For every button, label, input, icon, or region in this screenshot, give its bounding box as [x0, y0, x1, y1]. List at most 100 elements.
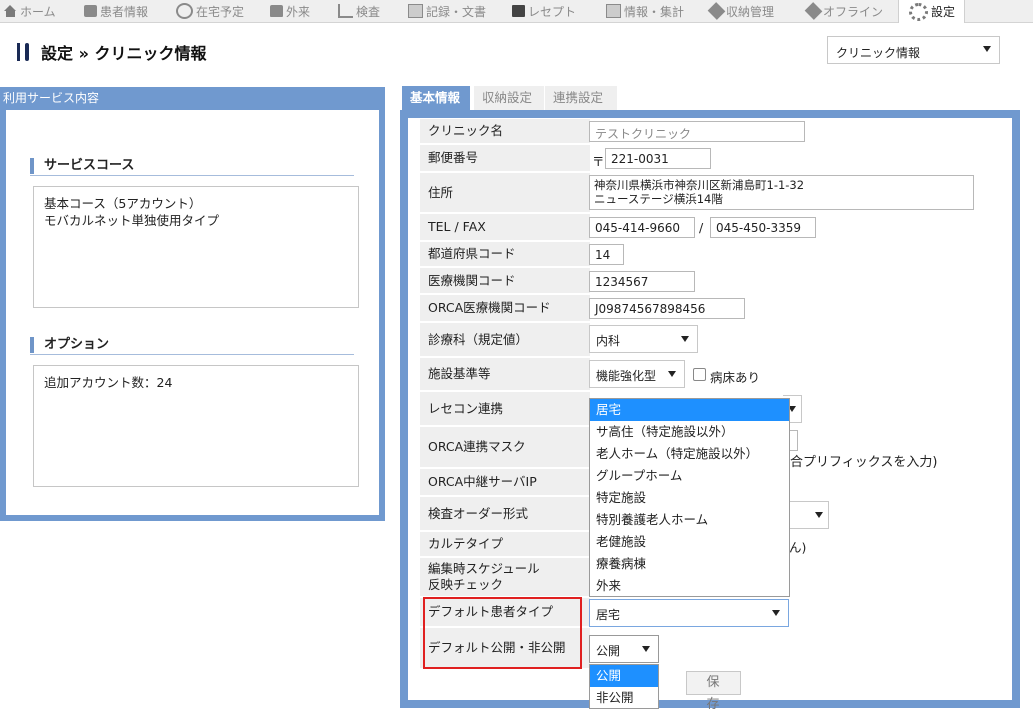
- chevron-down-icon: [681, 336, 689, 342]
- service-panel: 利用サービス内容 サービスコース 基本コース（5アカウント） モバカルネット単独…: [0, 87, 385, 521]
- nav-tab-label: 記録・文書: [426, 4, 487, 19]
- service-course-line: モバカルネット単独使用タイプ: [44, 213, 220, 228]
- default-patient-type-select[interactable]: 居宅: [589, 599, 789, 627]
- patient-type-option[interactable]: 療養病棟: [590, 553, 789, 575]
- nav-tab-records[interactable]: 記録・文書: [408, 0, 486, 22]
- has-beds-label: 病床あり: [710, 370, 761, 385]
- nav-tab-label: 外来: [286, 4, 311, 19]
- public-dropdown: 公開 非公開: [589, 664, 659, 709]
- service-course-box: 基本コース（5アカウント） モバカルネット単独使用タイプ: [33, 186, 359, 308]
- public-option[interactable]: 公開: [590, 665, 658, 687]
- settings-page-select-value: クリニック情報: [836, 46, 921, 60]
- orca-mask-hint: 合プリフィックスを入力): [790, 455, 938, 470]
- label-schedule-check-line1: 編集時スケジュール: [428, 561, 540, 576]
- address-line1: 神奈川県横浜市神奈川区新浦島町1-1-32: [594, 178, 805, 192]
- service-panel-body: サービスコース 基本コース（5アカウント） モバカルネット単独使用タイプ オプシ…: [6, 110, 379, 515]
- label-clinic-name: クリニック名: [420, 119, 590, 143]
- home-icon: [4, 5, 17, 17]
- exam-order-select-edge[interactable]: [789, 501, 829, 529]
- label-karte-type: カルテタイプ: [420, 532, 590, 556]
- save-button[interactable]: 保 存: [686, 671, 741, 712]
- chevron-down-icon: [642, 646, 650, 652]
- options-box: 追加アカウント数：24: [33, 365, 359, 487]
- chevron-down-icon: [668, 371, 676, 377]
- page-title-text: 設定 » クリニック情報: [41, 44, 207, 63]
- label-exam-order-format: 検査オーダー形式: [420, 497, 590, 530]
- facility-standard-select[interactable]: 機能強化型: [589, 360, 685, 388]
- nav-tab-home-visit[interactable]: 在宅予定: [176, 0, 244, 22]
- tel-input[interactable]: 045-414-9660: [589, 217, 695, 238]
- nav-tab-settings[interactable]: 設定: [898, 0, 965, 23]
- nav-tab-label: オフライン: [823, 4, 884, 19]
- label-orca-institution-code: ORCA医療機関コード: [420, 295, 590, 321]
- label-schedule-check-line2: 反映チェック: [428, 577, 504, 592]
- nav-tab-exam[interactable]: 検査: [338, 0, 380, 22]
- label-facility-standard: 施設基準等: [420, 358, 590, 390]
- nav-tab-label: 情報・集計: [624, 4, 685, 19]
- nav-tab-offline[interactable]: オフライン: [802, 0, 883, 22]
- pen-icon: [804, 2, 823, 20]
- tools-icon: [15, 43, 33, 61]
- facility-standard-select-value: 機能強化型: [596, 369, 657, 383]
- clock-icon: [176, 3, 193, 19]
- patient-type-option[interactable]: 居宅: [590, 399, 789, 421]
- department-select[interactable]: 内科: [589, 325, 698, 353]
- tel-fax-separator: /: [699, 220, 704, 235]
- postal-mark: 〒: [592, 154, 605, 169]
- document-icon: [408, 4, 423, 18]
- settings-page-select[interactable]: クリニック情報: [827, 36, 1000, 64]
- service-panel-header: 利用サービス内容: [3, 91, 100, 105]
- default-public-value: 公開: [596, 644, 621, 658]
- lock-icon: [270, 5, 283, 17]
- orca-institution-code-input[interactable]: J09874567898456: [589, 298, 745, 319]
- patient-type-dropdown: 居宅 サ高住（特定施設以外） 老人ホーム（特定施設以外） グループホーム 特定施…: [589, 398, 790, 597]
- stats-icon: [606, 4, 621, 18]
- prefecture-code-input[interactable]: 14: [589, 244, 624, 265]
- nav-tab-label: 患者情報: [100, 4, 149, 19]
- highlight-box: [423, 597, 582, 669]
- nav-tab-label: 在宅予定: [196, 4, 245, 19]
- nav-tab-billing[interactable]: 収納管理: [707, 0, 775, 22]
- has-beds-checkbox[interactable]: [693, 368, 706, 381]
- tab-basic-info[interactable]: 基本情報: [402, 86, 470, 110]
- nav-tab-receipt[interactable]: レセプト: [512, 0, 576, 22]
- fax-input[interactable]: 045-450-3359: [710, 217, 816, 238]
- tray-icon: [512, 5, 525, 17]
- label-tel-fax: TEL / FAX: [420, 214, 590, 240]
- chevron-down-icon: [815, 512, 823, 518]
- label-rececon-integration: レセコン連携: [420, 392, 590, 425]
- label-postal-code: 郵便番号: [420, 145, 590, 171]
- chart-icon: [338, 4, 353, 18]
- patient-type-option[interactable]: 特別養護老人ホーム: [590, 509, 789, 531]
- clinic-name-input[interactable]: テストクリニック: [589, 121, 805, 142]
- public-option[interactable]: 非公開: [590, 687, 658, 709]
- label-department: 診療科（規定値）: [420, 323, 590, 356]
- institution-code-input[interactable]: 1234567: [589, 271, 695, 292]
- service-course-title: サービスコース: [30, 158, 134, 174]
- patient-type-option[interactable]: 老人ホーム（特定施設以外）: [590, 443, 789, 465]
- patient-type-option[interactable]: 老健施設: [590, 531, 789, 553]
- gear-icon: [909, 2, 928, 21]
- nav-tab-label: 収納管理: [726, 4, 775, 19]
- patient-type-option[interactable]: グループホーム: [590, 465, 789, 487]
- postal-code-input[interactable]: 221-0031: [605, 148, 711, 169]
- patient-type-option[interactable]: サ高住（特定施設以外）: [590, 421, 789, 443]
- department-select-value: 内科: [596, 334, 621, 348]
- default-patient-type-value: 居宅: [596, 608, 621, 622]
- page-title: 設定 » クリニック情報: [15, 40, 206, 64]
- patient-type-option[interactable]: 特定施設: [590, 487, 789, 509]
- nav-tab-outpatient[interactable]: 外来: [270, 0, 310, 22]
- tab-billing-settings[interactable]: 収納設定: [474, 86, 544, 110]
- nav-tab-home[interactable]: ホーム: [4, 0, 56, 22]
- divider: [30, 175, 354, 176]
- tab-integration-settings[interactable]: 連携設定: [545, 86, 617, 110]
- nav-tab-stats[interactable]: 情報・集計: [606, 0, 684, 22]
- default-public-select[interactable]: 公開: [589, 635, 659, 663]
- nav-tab-patient-info[interactable]: 患者情報: [84, 0, 148, 22]
- patient-type-option[interactable]: 外来: [590, 575, 789, 597]
- options-line: 追加アカウント数：24: [44, 375, 173, 390]
- address-textarea[interactable]: 神奈川県横浜市神奈川区新浦島町1-1-32 ニューステージ横浜14階: [589, 175, 974, 210]
- tag-icon: [707, 2, 726, 20]
- label-institution-code: 医療機関コード: [420, 268, 590, 293]
- address-line2: ニューステージ横浜14階: [594, 192, 723, 206]
